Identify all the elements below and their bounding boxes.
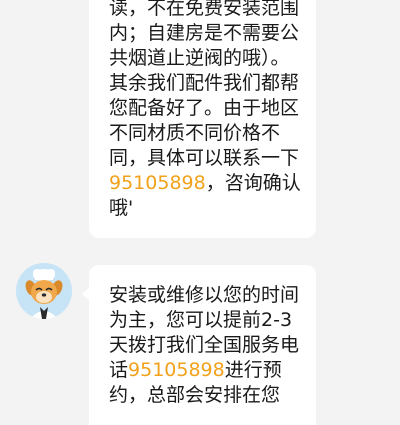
message-line: 为主，您可以提前2-3 — [109, 309, 293, 331]
phone-number-link[interactable]: 95105898 — [109, 172, 206, 194]
message-line-with-phone: 95105898，咨询确认 — [109, 171, 304, 196]
message-line: 共烟道止逆阀的哦）。 — [109, 47, 290, 69]
message-text: 进行预 — [224, 359, 282, 381]
message-line: 不同材质不同价格不 — [109, 122, 281, 144]
message-bubble-1: 读，不在免费安装范围 内；自建房是不需要公 共烟道止逆阀的哦）。 其余我们配件我… — [89, 0, 316, 238]
message-line: 读，不在免费安装范围 — [109, 0, 300, 19]
message-line: 其余我们配件我们都帮 — [109, 72, 300, 94]
message-line: 约，总部会安排在您 — [109, 384, 281, 406]
message-line-with-phone: 话95105898进行预 — [109, 358, 304, 383]
message-line: 您配备好了。由于地区 — [109, 97, 300, 119]
message-line: 同，具体可以联系一下 — [109, 147, 300, 169]
dog-mascot-icon — [16, 263, 72, 319]
phone-number-link[interactable]: 95105898 — [128, 359, 225, 381]
avatar[interactable] — [16, 263, 72, 319]
message-line: 安装或维修以您的时间 — [109, 284, 300, 306]
message-line: 天拨打我们全国服务电 — [109, 334, 300, 356]
message-bubble-2: 安装或维修以您的时间 为主，您可以提前2-3 天拨打我们全国服务电 话95105… — [82, 265, 316, 425]
message-line: 内；自建房是不需要公 — [109, 22, 300, 44]
message-line: 哦' — [109, 197, 134, 219]
message-text: 话 — [109, 359, 129, 381]
message-text: ，咨询确认 — [205, 172, 301, 194]
